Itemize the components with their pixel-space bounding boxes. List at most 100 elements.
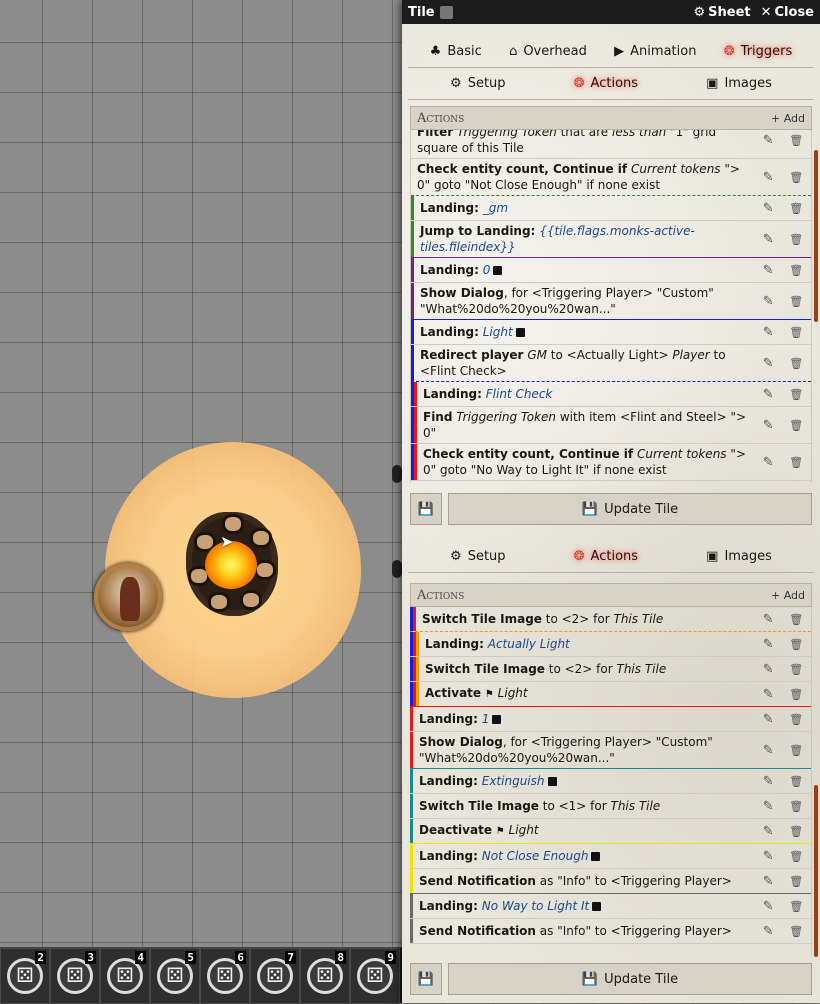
delete-icon[interactable]: 🗑 [789,419,803,432]
edit-icon[interactable]: ✎ [763,743,774,758]
tab-triggers[interactable]: ❂ Triggers [724,44,793,59]
edit-icon[interactable]: ✎ [763,712,774,727]
scrollbar[interactable] [814,785,818,957]
tab-actions[interactable]: ❂ Actions [574,549,638,564]
delete-icon[interactable]: 🗑 [789,134,803,147]
tab-images[interactable]: ▣ Images [706,76,772,91]
macro-slot[interactable]: ⚄ 9 [350,948,400,1004]
edit-icon[interactable]: ✎ [763,687,774,702]
save-button[interactable]: 💾 [410,963,442,995]
action-row[interactable]: Switch Tile Image to <2> for This Tile ✎ 🗑 [410,607,811,632]
add-action-button[interactable]: + Add [771,589,805,602]
delete-icon[interactable]: 🗑 [789,875,803,888]
edit-icon[interactable]: ✎ [763,294,774,309]
edit-icon[interactable]: ✎ [763,356,774,371]
action-row[interactable]: Landing: Extinguish ✎ 🗑 [410,769,811,794]
delete-icon[interactable]: 🗑 [789,456,803,469]
scrollbar[interactable] [814,150,818,322]
edit-icon[interactable]: ✎ [763,325,774,340]
actions-list[interactable]: Switch Tile Image to <2> for This Tile ✎ 🗑… [410,607,812,955]
edit-icon[interactable]: ✎ [763,387,774,402]
action-row[interactable]: Send Notification as "Info" to <Triggeri… [410,869,811,894]
delete-icon[interactable]: 🗑 [789,233,803,246]
edit-icon[interactable]: ✎ [763,849,774,864]
tab-images[interactable]: ▣ Images [706,549,772,564]
action-row[interactable]: Show Dialog, for <Triggering Player> "Cu… [410,732,811,769]
macro-slot[interactable]: ⚄ 7 [250,948,300,1004]
tab-overhead[interactable]: ⌂ Overhead [509,44,587,59]
edit-icon[interactable]: ✎ [763,799,774,814]
tab-actions[interactable]: ❂ Actions [574,76,638,91]
edit-icon[interactable]: ✎ [763,232,774,247]
character-token[interactable] [94,563,162,631]
edit-icon[interactable]: ✎ [763,612,774,627]
edit-icon[interactable]: ✎ [763,133,774,148]
edit-icon[interactable]: ✎ [763,899,774,914]
action-row[interactable]: Landing: Light ✎ 🗑 [411,320,811,345]
delete-icon[interactable]: 🗑 [789,663,803,676]
edit-icon[interactable]: ✎ [763,418,774,433]
close-button[interactable]: ✕ Close [761,5,814,20]
tab-basic[interactable]: ♣ Basic [430,44,482,59]
action-row[interactable]: Landing: _gm ✎ 🗑 [411,196,811,221]
edit-icon[interactable]: ✎ [763,662,774,677]
action-row[interactable]: Check entity count, Continue if Current … [411,159,811,196]
action-row[interactable]: Landing: Flint Check ✎ 🗑 [411,382,811,407]
action-row[interactable]: Activate ⚑ Light ✎ 🗑 [410,682,811,707]
delete-icon[interactable]: 🗑 [789,295,803,308]
action-row[interactable]: Landing: No Way to Light It ✎ 🗑 [410,894,811,919]
macro-slot[interactable]: ⚄ 4 [100,948,150,1004]
tab-animation[interactable]: ▶ Animation [614,44,696,59]
action-row[interactable]: Check entity count, Continue if Current … [411,444,811,481]
tab-setup[interactable]: ⚙ Setup [450,76,506,91]
delete-icon[interactable]: 🗑 [789,202,803,215]
update-tile-button[interactable]: 💾 Update Tile [448,493,812,525]
save-button[interactable]: 💾 [410,493,442,525]
document-id-icon[interactable] [439,5,453,19]
delete-icon[interactable]: 🗑 [789,688,803,701]
macro-slot[interactable]: ⚄ 3 [50,948,100,1004]
macro-slot[interactable]: ⚄ 8 [300,948,350,1004]
delete-icon[interactable]: 🗑 [789,357,803,370]
delete-icon[interactable]: 🗑 [789,900,803,913]
action-row[interactable]: Landing: Actually Light ✎ 🗑 [410,632,811,657]
delete-icon[interactable]: 🗑 [789,388,803,401]
action-row[interactable]: Find Triggering Token with item <Flint a… [411,407,811,444]
delete-icon[interactable]: 🗑 [789,638,803,651]
delete-icon[interactable]: 🗑 [789,171,803,184]
edit-icon[interactable]: ✎ [763,201,774,216]
delete-icon[interactable]: 🗑 [789,775,803,788]
edit-icon[interactable]: ✎ [763,874,774,889]
edit-icon[interactable]: ✎ [763,170,774,185]
edit-icon[interactable]: ✎ [763,263,774,278]
action-row[interactable]: Landing: 1 ✎ 🗑 [410,707,811,732]
delete-icon[interactable]: 🗑 [789,264,803,277]
delete-icon[interactable]: 🗑 [789,326,803,339]
delete-icon[interactable]: 🗑 [789,925,803,938]
macro-slot[interactable]: ⚄ 6 [200,948,250,1004]
window-header[interactable]: Tile ⚙ Sheet ✕ Close [402,0,820,24]
sheet-button[interactable]: ⚙ Sheet [693,5,750,20]
action-row[interactable]: Landing: Not Close Enough ✎ 🗑 [410,844,811,869]
tab-setup[interactable]: ⚙ Setup [450,549,506,564]
macro-slot[interactable]: ⚄ 5 [150,948,200,1004]
delete-icon[interactable]: 🗑 [789,850,803,863]
edit-icon[interactable]: ✎ [763,924,774,939]
macro-slot[interactable]: ⚄ 2 [0,948,50,1004]
delete-icon[interactable]: 🗑 [789,825,803,838]
action-row[interactable]: Switch Tile Image to <1> for This Tile ✎ 🗑 [410,794,811,819]
delete-icon[interactable]: 🗑 [789,713,803,726]
update-tile-button[interactable]: 💾 Update Tile [448,963,812,995]
action-row[interactable]: Redirect player GM to <Actually Light> P… [411,345,811,382]
action-row[interactable]: Show Dialog, for <Triggering Player> "Cu… [411,283,811,320]
add-action-button[interactable]: + Add [771,112,805,125]
action-row[interactable]: Deactivate ⚑ Light ✎ 🗑 [410,819,811,844]
delete-icon[interactable]: 🗑 [789,744,803,757]
edit-icon[interactable]: ✎ [763,824,774,839]
action-row[interactable]: Switch Tile Image to <2> for This Tile ✎ 🗑 [410,657,811,682]
delete-icon[interactable]: 🗑 [789,800,803,813]
action-row[interactable]: Send Notification as "Info" to <Triggeri… [410,919,811,944]
edit-icon[interactable]: ✎ [763,455,774,470]
delete-icon[interactable]: 🗑 [789,613,803,626]
edit-icon[interactable]: ✎ [763,774,774,789]
